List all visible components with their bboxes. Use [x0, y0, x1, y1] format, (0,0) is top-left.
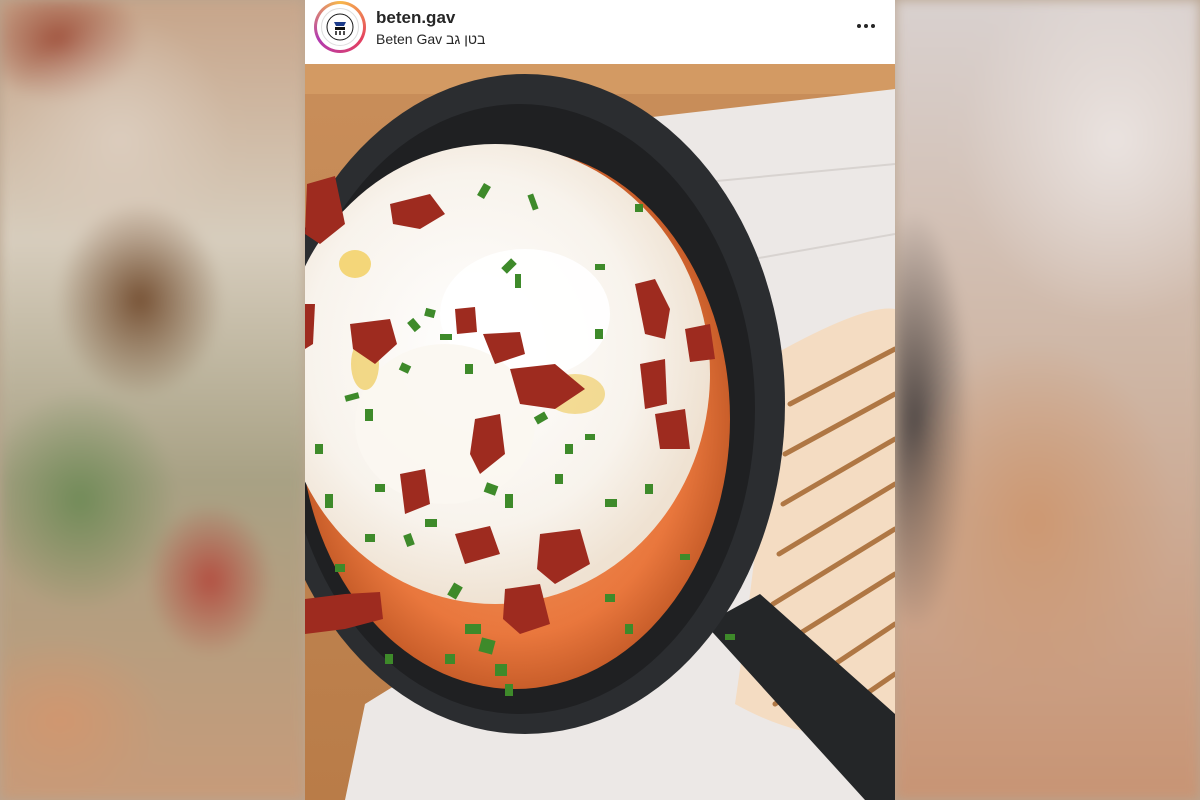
blurred-background-right: [895, 0, 1200, 800]
post-photo[interactable]: [305, 64, 895, 800]
shakshuka-skillet-photo: [305, 64, 895, 800]
instagram-post: beten.gav Beten Gav בטן גב: [305, 0, 895, 800]
more-horizontal-icon: [857, 24, 861, 28]
egg-yolk: [339, 250, 371, 278]
avatar[interactable]: [314, 1, 366, 53]
post-header: beten.gav Beten Gav בטן גב: [305, 0, 895, 64]
brand-logo-icon: [321, 8, 359, 46]
username[interactable]: beten.gav: [376, 8, 455, 28]
display-name: Beten Gav בטן גב: [376, 31, 486, 47]
blurred-background-left: [0, 0, 305, 800]
more-options-button[interactable]: [851, 14, 881, 38]
